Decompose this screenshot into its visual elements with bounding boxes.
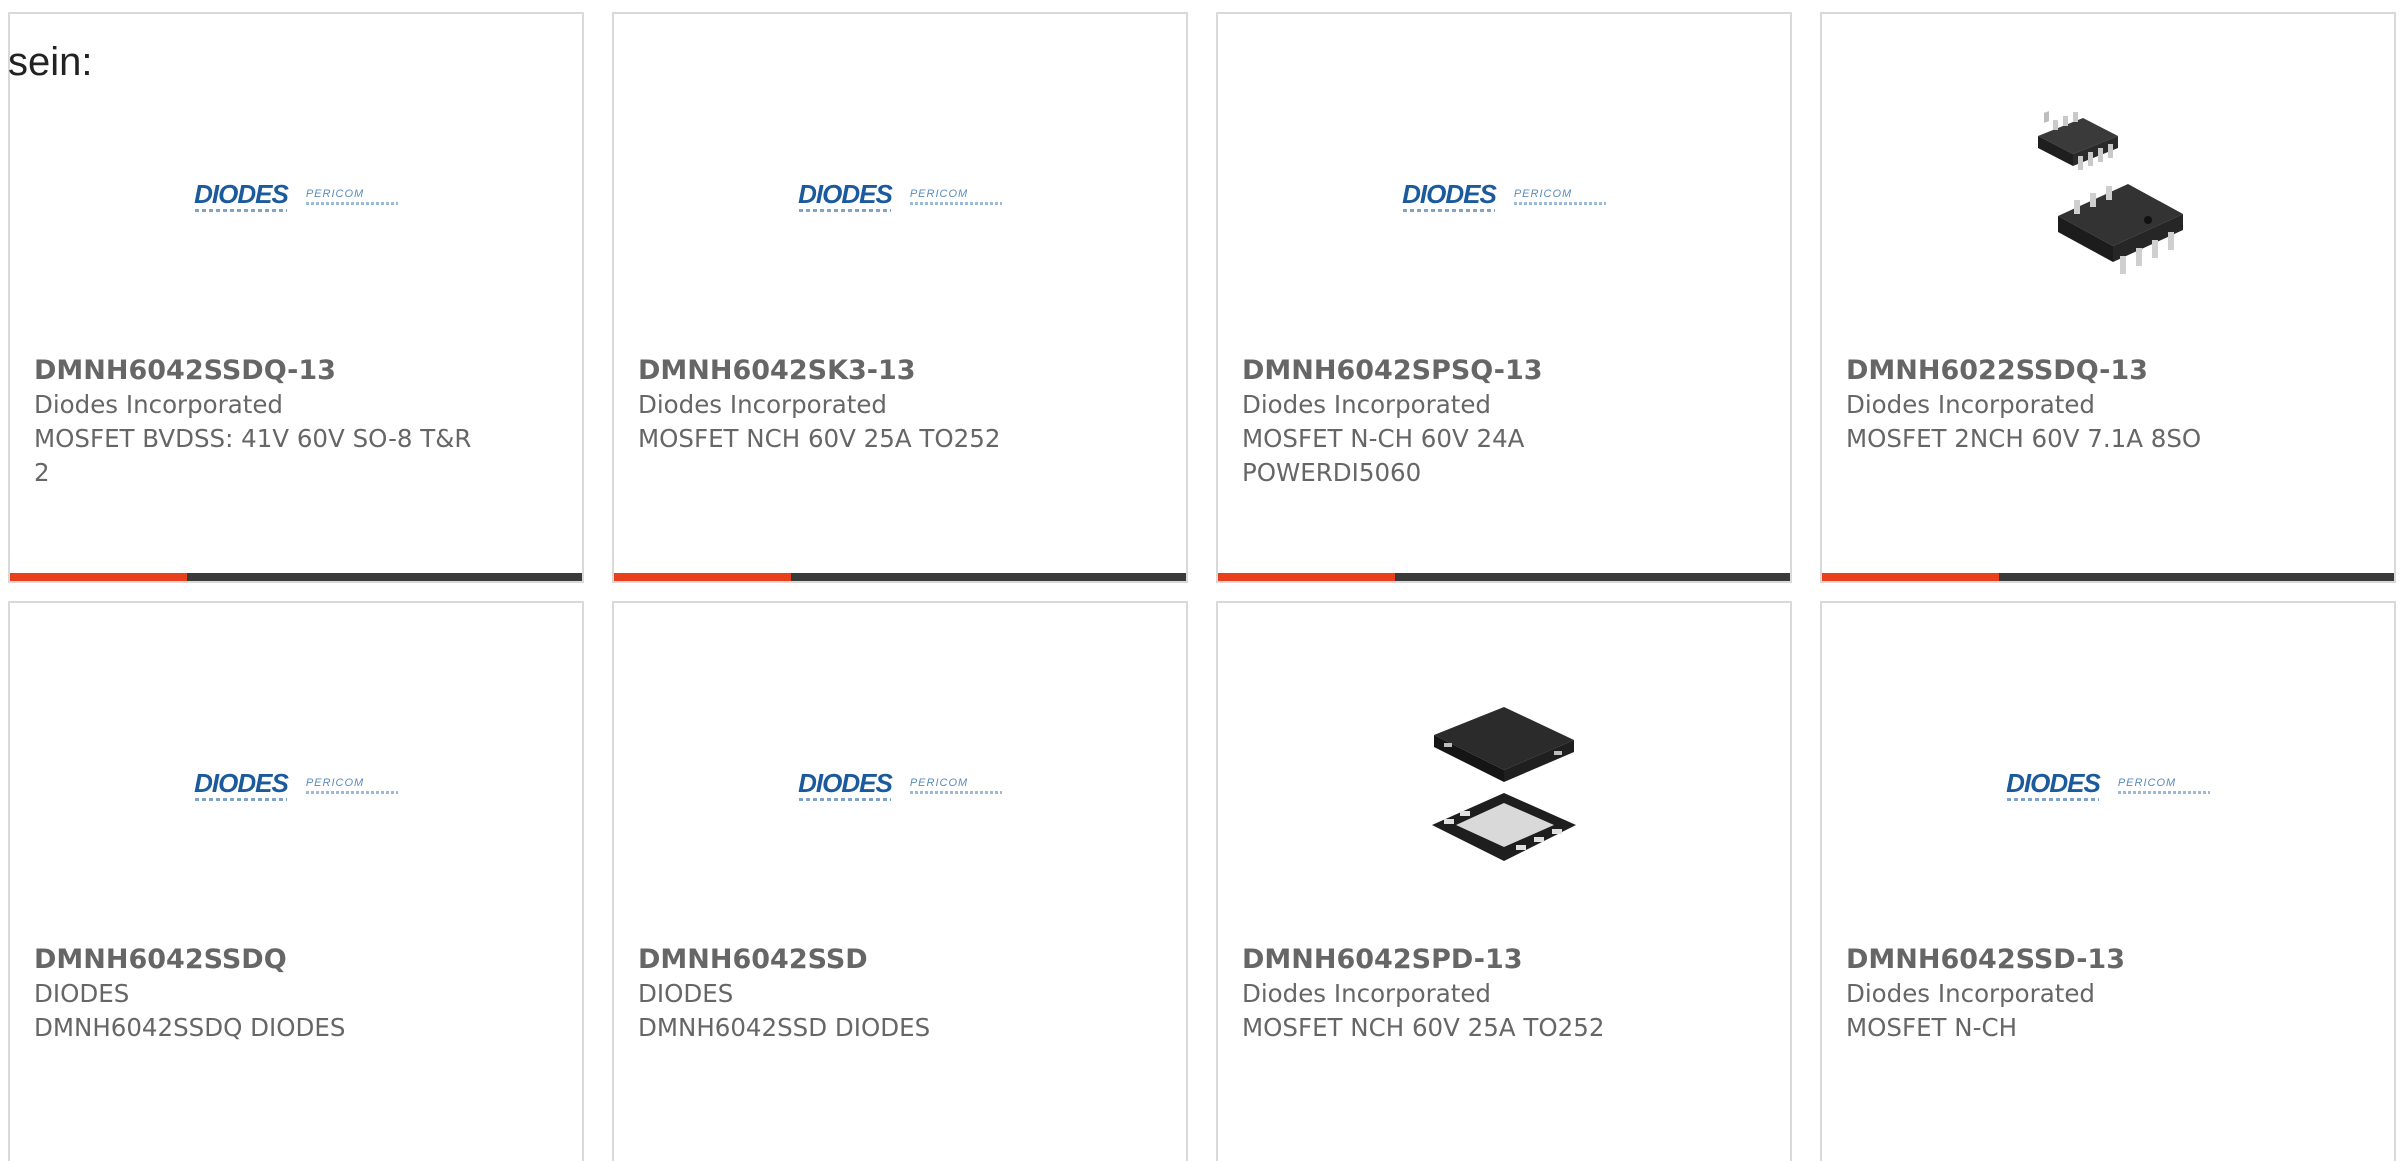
progress-bar: [1822, 573, 2394, 581]
product-card[interactable]: DMNH6022SSDQ-13 Diodes Incorporated MOSF…: [1820, 12, 2396, 583]
description: MOSFET NCH 60V 25A TO252: [1242, 1013, 1605, 1042]
product-card[interactable]: DIODES PERICOM DMNH6042SPSQ-13 Diodes In…: [1216, 12, 1792, 583]
diodes-pericom-logo: DIODES PERICOM: [798, 181, 1002, 212]
product-info: DMNH6042SSDQ-13 Diodes Incorporated MOSF…: [34, 354, 558, 490]
progress-fill: [10, 573, 188, 581]
brand-logo-primary: DIODES: [1402, 178, 1497, 209]
manufacturer: Diodes Incorporated: [34, 390, 283, 419]
product-image[interactable]: DIODES PERICOM: [1822, 675, 2394, 895]
manufacturer: Diodes Incorporated: [1242, 390, 1491, 419]
product-card[interactable]: DIODES PERICOM DMNH6042SSDQ DIODES DMNH6…: [8, 601, 584, 1161]
lead-text: sein:: [8, 40, 93, 84]
brand-logo-secondary: PERICOM: [305, 187, 365, 200]
brand-logo-primary: DIODES: [194, 767, 289, 798]
product-image[interactable]: DIODES PERICOM: [10, 86, 582, 306]
product-info: DMNH6042SSDQ DIODES DMNH6042SSDQ DIODES: [34, 943, 558, 1045]
so8-chip-icon: [2038, 111, 2183, 274]
diodes-pericom-logo: DIODES PERICOM: [194, 181, 398, 212]
brand-logo-secondary: PERICOM: [2117, 776, 2177, 789]
diodes-pericom-logo: DIODES PERICOM: [798, 770, 1002, 801]
product-grid-page: sein: DIODES PERICOM DMNH6042SSDQ-13 Dio…: [0, 0, 2400, 1161]
description: MOSFET N-CH: [1846, 1013, 2017, 1042]
progress-fill: [1218, 573, 1396, 581]
brand-logo-primary: DIODES: [798, 178, 893, 209]
manufacturer: Diodes Incorporated: [1846, 390, 2095, 419]
diodes-pericom-logo: DIODES PERICOM: [2006, 770, 2210, 801]
product-info: DMNH6042SK3-13 Diodes Incorporated MOSFE…: [638, 354, 1162, 456]
brand-logo-secondary: PERICOM: [1513, 187, 1573, 200]
part-number-link[interactable]: DMNH6042SSD-13: [1846, 943, 2370, 977]
part-number-link[interactable]: DMNH6022SSDQ-13: [1846, 354, 2370, 388]
description: DMNH6042SSD DIODES: [638, 1013, 931, 1042]
product-info: DMNH6042SSD-13 Diodes Incorporated MOSFE…: [1846, 943, 2370, 1045]
brand-logo-secondary: PERICOM: [909, 776, 969, 789]
diodes-pericom-logo: DIODES PERICOM: [194, 770, 398, 801]
diodes-pericom-logo: DIODES PERICOM: [1402, 181, 1606, 212]
product-card[interactable]: DMNH6042SPD-13 Diodes Incorporated MOSFE…: [1216, 601, 1792, 1161]
progress-bar: [10, 573, 582, 581]
description: DMNH6042SSDQ DIODES: [34, 1013, 346, 1042]
manufacturer: Diodes Incorporated: [1846, 979, 2095, 1008]
part-number-link[interactable]: DMNH6042SSDQ: [34, 943, 558, 977]
product-card[interactable]: DIODES PERICOM DMNH6042SSDQ-13 Diodes In…: [8, 12, 584, 583]
brand-logo-secondary: PERICOM: [305, 776, 365, 789]
product-info: DMNH6022SSDQ-13 Diodes Incorporated MOSF…: [1846, 354, 2370, 456]
progress-bar: [614, 573, 1186, 581]
brand-logo-primary: DIODES: [194, 178, 289, 209]
product-image[interactable]: [1218, 675, 1790, 895]
progress-fill: [614, 573, 792, 581]
description: MOSFET BVDSS: 41V 60V SO-8 T&R 2: [34, 424, 472, 487]
manufacturer: Diodes Incorporated: [1242, 979, 1491, 1008]
brand-logo-primary: DIODES: [798, 767, 893, 798]
part-number-link[interactable]: DMNH6042SK3-13: [638, 354, 1162, 388]
progress-fill: [1822, 573, 2000, 581]
progress-bar: [1218, 573, 1790, 581]
product-card[interactable]: DIODES PERICOM DMNH6042SK3-13 Diodes Inc…: [612, 12, 1188, 583]
description: MOSFET N-CH 60V 24A POWERDI5060: [1242, 424, 1525, 487]
manufacturer: DIODES: [34, 979, 130, 1008]
powerdi-chip-icon: [1432, 707, 1576, 861]
brand-logo-primary: DIODES: [2006, 767, 2101, 798]
product-image[interactable]: DIODES PERICOM: [1218, 86, 1790, 306]
description: MOSFET 2NCH 60V 7.1A 8SO: [1846, 424, 2202, 453]
product-image[interactable]: DIODES PERICOM: [10, 675, 582, 895]
product-image[interactable]: DIODES PERICOM: [614, 675, 1186, 895]
manufacturer: DIODES: [638, 979, 734, 1008]
part-number-link[interactable]: DMNH6042SPD-13: [1242, 943, 1766, 977]
product-card[interactable]: DIODES PERICOM DMNH6042SSD-13 Diodes Inc…: [1820, 601, 2396, 1161]
product-card[interactable]: DIODES PERICOM DMNH6042SSD DIODES DMNH60…: [612, 601, 1188, 1161]
description: MOSFET NCH 60V 25A TO252: [638, 424, 1001, 453]
part-number-link[interactable]: DMNH6042SSD: [638, 943, 1162, 977]
part-number-link[interactable]: DMNH6042SPSQ-13: [1242, 354, 1766, 388]
product-info: DMNH6042SPSQ-13 Diodes Incorporated MOSF…: [1242, 354, 1766, 490]
product-info: DMNH6042SPD-13 Diodes Incorporated MOSFE…: [1242, 943, 1766, 1045]
part-number-link[interactable]: DMNH6042SSDQ-13: [34, 354, 558, 388]
manufacturer: Diodes Incorporated: [638, 390, 887, 419]
product-image[interactable]: DIODES PERICOM: [614, 86, 1186, 306]
product-info: DMNH6042SSD DIODES DMNH6042SSD DIODES: [638, 943, 1162, 1045]
product-image[interactable]: [1822, 86, 2394, 306]
brand-logo-secondary: PERICOM: [909, 187, 969, 200]
